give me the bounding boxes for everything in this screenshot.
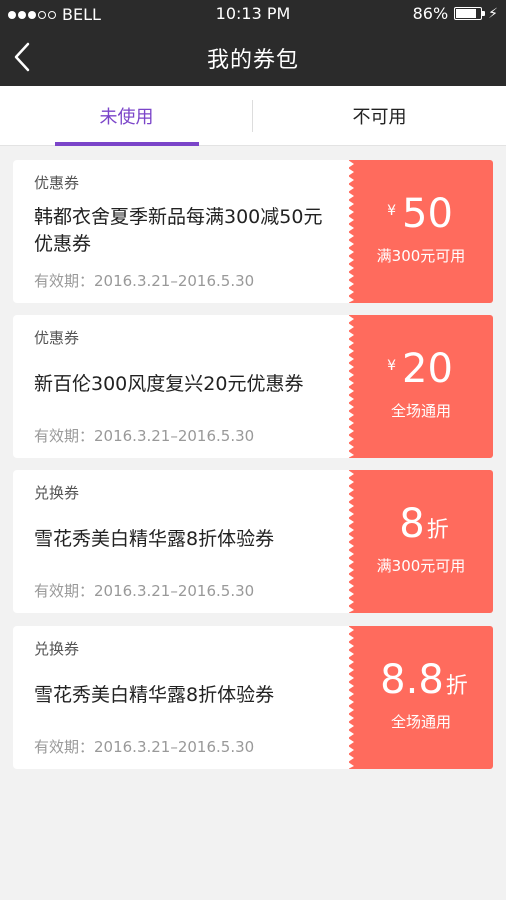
coupon-type: 兑换券 <box>34 640 80 658</box>
tab-unavailable[interactable]: 不可用 <box>253 86 506 146</box>
coupon-amount: 8折 <box>349 502 493 546</box>
amount-value: 8.8 <box>380 657 444 703</box>
coupon-type: 优惠券 <box>34 329 80 347</box>
coupon-info: 兑换券 雪花秀美白精华露8折体验券 有效期：2016.3.21–2016.5.3… <box>13 626 349 769</box>
amount-value: 50 <box>402 191 453 237</box>
battery-icon <box>454 7 486 20</box>
page-title: 我的券包 <box>206 48 299 73</box>
coupon-value-panel: 8.8折 全场通用 <box>348 626 493 769</box>
coupon-amount: ¥20 <box>349 347 493 391</box>
coupon-condition: 全场通用 <box>390 402 451 420</box>
coupon-title: 雪花秀美白精华露8折体验券 <box>34 684 275 706</box>
coupon-condition: 满300元可用 <box>376 557 466 575</box>
amount-value: 8 <box>399 501 425 547</box>
coupon-type: 兑换券 <box>34 484 80 502</box>
coupon-type: 优惠券 <box>34 174 80 192</box>
coupon-value-panel: ¥20 全场通用 <box>348 315 493 458</box>
tab-bar: 未使用 不可用 <box>0 86 506 146</box>
coupon-value-panel: ¥50 满300元可用 <box>348 160 493 303</box>
coupon-value-panel: 8折 满300元可用 <box>348 470 493 613</box>
coupon-card[interactable]: 优惠券 韩都衣舍夏季新品每满300减50元优惠券 有效期：2016.3.21–2… <box>13 160 493 303</box>
amount-unit: 折 <box>445 674 468 699</box>
navigation-bar: 我的券包 <box>0 28 506 86</box>
active-tab-indicator <box>55 142 199 146</box>
currency-symbol: ¥ <box>387 203 396 219</box>
battery-percent: 86% <box>412 4 449 23</box>
coupon-info: 优惠券 韩都衣舍夏季新品每满300减50元优惠券 有效期：2016.3.21–2… <box>13 160 349 303</box>
coupon-amount: ¥50 <box>349 192 493 236</box>
coupon-validity: 有效期：2016.3.21–2016.5.30 <box>34 582 255 600</box>
coupon-title: 新百伦300风度复兴20元优惠券 <box>34 373 304 395</box>
coupon-info: 兑换券 雪花秀美白精华露8折体验券 有效期：2016.3.21–2016.5.3… <box>13 470 349 613</box>
currency-symbol: ¥ <box>387 358 396 374</box>
amount-unit: 折 <box>426 518 449 543</box>
coupon-condition: 全场通用 <box>390 713 451 731</box>
coupon-card[interactable]: 兑换券 雪花秀美白精华露8折体验券 有效期：2016.3.21–2016.5.3… <box>13 470 493 613</box>
coupon-title: 韩都衣舍夏季新品每满300减50元优惠券 <box>34 206 323 255</box>
tab-unused[interactable]: 未使用 <box>0 86 253 146</box>
coupon-condition: 满300元可用 <box>376 247 466 265</box>
coupon-info: 优惠券 新百伦300风度复兴20元优惠券 有效期：2016.3.21–2016.… <box>13 315 349 458</box>
coupon-validity: 有效期：2016.3.21–2016.5.30 <box>34 738 255 756</box>
charging-icon: ⚡ <box>488 5 498 22</box>
coupon-card[interactable]: 优惠券 新百伦300风度复兴20元优惠券 有效期：2016.3.21–2016.… <box>13 315 493 458</box>
coupon-title: 雪花秀美白精华露8折体验券 <box>34 528 275 550</box>
status-bar: BELL 10:13 PM 86% ⚡ <box>0 0 506 28</box>
amount-value: 20 <box>402 346 453 392</box>
coupon-validity: 有效期：2016.3.21–2016.5.30 <box>34 272 255 290</box>
coupon-card[interactable]: 兑换券 雪花秀美白精华露8折体验券 有效期：2016.3.21–2016.5.3… <box>13 626 493 769</box>
battery-status: 86% ⚡ <box>413 4 498 23</box>
coupon-validity: 有效期：2016.3.21–2016.5.30 <box>34 427 255 445</box>
coupon-amount: 8.8折 <box>349 658 493 702</box>
